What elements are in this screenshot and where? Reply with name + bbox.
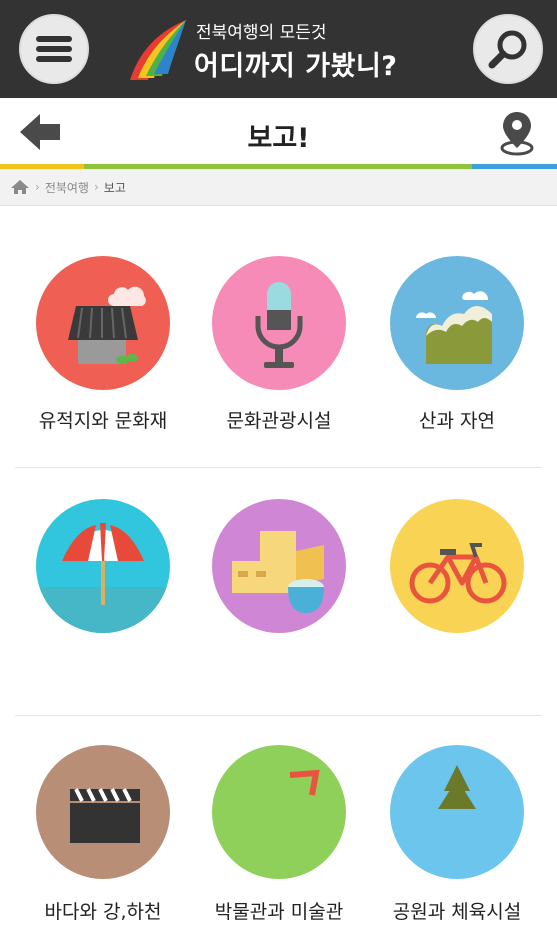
breadcrumb-item[interactable]: 전북여행 (45, 179, 89, 196)
menu-icon (36, 36, 72, 62)
breadcrumb-separator: › (93, 180, 99, 194)
breadcrumb-separator: › (35, 180, 40, 194)
microphone-icon (212, 256, 346, 390)
logo-title[interactable]: 어디까지 가봤니? (194, 44, 397, 83)
category-culture-facilities[interactable]: 문화관광시설 (186, 206, 372, 436)
search-icon (488, 30, 527, 69)
logo-subtitle: 전북여행의 모든것 (196, 23, 327, 43)
menu-button[interactable] (19, 14, 89, 84)
heritage-icon (36, 256, 170, 390)
museum-icon (212, 499, 346, 633)
category-nature[interactable]: 산과 자연 (364, 206, 550, 436)
cart-icon (212, 745, 346, 879)
top-bar: 전북여행의 모든것 어디까지 가봤니? (0, 0, 557, 98)
bicycle-icon (390, 499, 524, 633)
page-title: 보고! (247, 123, 310, 154)
breadcrumb: › 전북여행 › 보고 (0, 169, 557, 206)
category-film[interactable] (10, 695, 196, 925)
category-heritage[interactable]: 유적지와 문화재 (10, 206, 196, 436)
category-label: 산과 자연 (419, 410, 495, 432)
beach-umbrella-icon (36, 499, 170, 633)
category-label: 문화관광시설 (226, 410, 332, 432)
clapperboard-icon (36, 745, 170, 879)
mountain-icon (390, 256, 524, 390)
category-shopping[interactable] (186, 695, 372, 925)
category-label: 유적지와 문화재 (38, 410, 168, 432)
tree-icon (390, 745, 524, 879)
map-pin-icon[interactable] (497, 108, 537, 158)
category-forest[interactable] (364, 695, 550, 925)
home-icon[interactable] (10, 179, 30, 195)
category-sea-river[interactable]: 바다와 강,하천 (10, 449, 196, 923)
category-parks-sports[interactable]: 공원과 체육시설 (364, 449, 550, 923)
breadcrumb-current: 보고 (103, 180, 126, 195)
search-button[interactable] (473, 14, 543, 84)
category-museum[interactable]: 박물관과 미술관 (186, 449, 372, 923)
logo-icon (130, 20, 186, 80)
